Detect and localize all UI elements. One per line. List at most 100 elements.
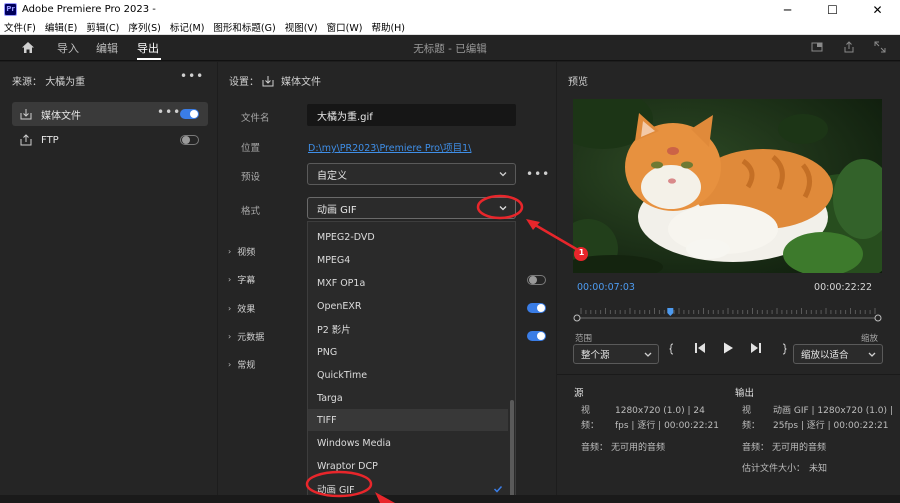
format-option[interactable]: Targa [308, 387, 508, 409]
menu-edit[interactable]: 编辑(E) [41, 20, 82, 34]
menu-graphics[interactable]: 图形和标题(G) [209, 20, 280, 34]
destination-label: FTP [41, 134, 59, 146]
menu-sequence[interactable]: 序列(S) [124, 20, 165, 34]
source-label: 来源： [12, 77, 42, 88]
settings-panel: 设置： 媒体文件 文件名 大橘为重.gif 位置 D:\my\PR2023\Pr… [218, 62, 556, 503]
format-option[interactable]: MPEG4 [308, 249, 508, 271]
preview-panel: 预览 00:00:07:03 00:00:22:22 范围 整个源 缩放 缩放以… [557, 62, 900, 503]
format-option[interactable]: MPEG2-DVD [308, 226, 508, 248]
premiere-logo-icon: Pr [4, 3, 17, 16]
active-tab-indicator [137, 58, 161, 60]
media-file-toggle[interactable] [180, 109, 199, 119]
effects-toggle[interactable] [527, 303, 546, 313]
section-captions[interactable]: › 字幕 [228, 273, 255, 286]
menu-clip[interactable]: 剪辑(C) [82, 20, 124, 34]
status-strip [0, 495, 900, 503]
divider [557, 374, 900, 375]
section-metadata[interactable]: › 元数据 [228, 330, 264, 343]
maximize-button[interactable]: ☐ [810, 0, 855, 19]
preview-image [573, 99, 882, 273]
source-more-icon[interactable]: ••• [180, 69, 204, 83]
preset-select[interactable]: 自定义 [307, 163, 516, 185]
settings-destination: 媒体文件 [281, 77, 321, 88]
format-label: 格式 [241, 206, 261, 217]
app-title: Adobe Premiere Pro 2023 - [22, 4, 156, 15]
format-option[interactable]: OpenEXR [308, 295, 508, 317]
title-bar: Pr Adobe Premiere Pro 2023 - ─ ☐ ✕ [0, 0, 900, 19]
output-audio-label: 音频： [742, 443, 770, 453]
minimize-button[interactable]: ─ [765, 0, 810, 19]
set-in-point-icon[interactable] [667, 342, 681, 356]
menu-view[interactable]: 视图(V) [281, 20, 323, 34]
preset-value: 自定义 [317, 170, 347, 182]
metadata-toggle[interactable] [527, 331, 546, 341]
file-name-label: 文件名 [241, 113, 270, 124]
close-button[interactable]: ✕ [855, 0, 900, 19]
destination-media-file[interactable]: 媒体文件 ••• [12, 102, 208, 126]
export-file-icon [262, 75, 274, 86]
captions-toggle[interactable] [527, 275, 546, 285]
menu-file[interactable]: 文件(F) [0, 20, 41, 34]
output-audio-info: 无可用的音频 [772, 443, 827, 453]
preset-more-icon[interactable]: ••• [526, 167, 550, 181]
format-dropdown-list[interactable]: MPEG2-DVD MPEG4 MXF OP1a OpenEXR P2 影片 P… [307, 221, 516, 503]
source-name: 大橘为重 [45, 77, 86, 88]
destination-more-icon[interactable]: ••• [157, 105, 181, 119]
menu-help[interactable]: 帮助(H) [367, 20, 410, 34]
play-icon[interactable] [721, 341, 735, 355]
output-summary-title: 输出 [735, 388, 755, 399]
chevron-down-icon [644, 352, 652, 357]
chevron-down-icon [499, 172, 507, 177]
current-timecode[interactable]: 00:00:07:03 [577, 282, 635, 293]
duration-timecode: 00:00:22:22 [814, 282, 872, 293]
destination-label: 媒体文件 [41, 110, 81, 122]
location-link[interactable]: D:\my\PR2023\Premiere Pro\项目1\ [308, 140, 471, 154]
source-audio-label: 音频： [581, 443, 609, 453]
file-size-label: 估计文件大小： [742, 464, 806, 474]
step-forward-icon[interactable] [749, 341, 763, 355]
set-out-point-icon[interactable] [775, 342, 789, 356]
format-option-hovered[interactable]: TIFF [308, 409, 508, 431]
section-effects[interactable]: › 效果 [228, 302, 255, 315]
share-icon[interactable] [843, 41, 855, 53]
preview-title: 预览 [568, 77, 588, 88]
ftp-toggle[interactable] [180, 135, 199, 145]
format-select[interactable]: 动画 GIF [307, 197, 516, 219]
format-option[interactable]: MXF OP1a [308, 272, 508, 294]
file-name-input[interactable]: 大橘为重.gif [307, 104, 516, 126]
file-size-value: 未知 [809, 464, 828, 474]
source-heading: 来源： 大橘为重 [12, 73, 85, 88]
format-option[interactable]: QuickTime [308, 364, 508, 386]
source-audio-info: 无可用的音频 [611, 443, 666, 453]
preset-label: 预设 [241, 172, 261, 183]
source-video-label: 视频： [581, 406, 600, 431]
format-option[interactable]: P2 影片 [308, 318, 508, 340]
location-label: 位置 [241, 143, 261, 154]
step-back-icon[interactable] [693, 341, 707, 355]
menu-window[interactable]: 窗口(W) [323, 20, 368, 34]
section-video[interactable]: › 视频 [228, 245, 255, 258]
range-select[interactable]: 整个源 [573, 344, 659, 364]
format-option[interactable]: Windows Media [308, 432, 508, 454]
format-option[interactable]: PNG [308, 341, 508, 363]
scale-label: 缩放 [861, 334, 879, 344]
menu-bar: 文件(F) 编辑(E) 剪辑(C) 序列(S) 标记(M) 图形和标题(G) 视… [0, 19, 900, 35]
timeline-scrubber[interactable] [573, 300, 882, 322]
document-title: 无标题 - 已编辑 [413, 43, 487, 55]
destination-ftp[interactable]: FTP [12, 128, 208, 152]
dropdown-scrollbar[interactable] [510, 400, 514, 502]
step-marker-number: 1 [578, 248, 585, 257]
workspace-header: 导入 编辑 导出 无标题 - 已编辑 [0, 35, 900, 61]
chevron-down-icon[interactable] [499, 204, 507, 212]
chevron-down-icon [868, 352, 876, 357]
format-option[interactable]: Wraptor DCP [308, 455, 508, 477]
output-video-info: 动画 GIF | 1280x720 (1.0) | 25fps | 逐行 | 0… [773, 406, 893, 431]
section-general[interactable]: › 常规 [228, 358, 255, 371]
fullscreen-icon[interactable] [874, 41, 886, 53]
scale-select[interactable]: 缩放以适合 [793, 344, 883, 364]
checkmark-icon [493, 485, 503, 493]
format-value: 动画 GIF [317, 204, 357, 216]
menu-markers[interactable]: 标记(M) [166, 20, 210, 34]
workspace-icon[interactable] [811, 41, 823, 53]
range-label: 范围 [575, 334, 593, 344]
